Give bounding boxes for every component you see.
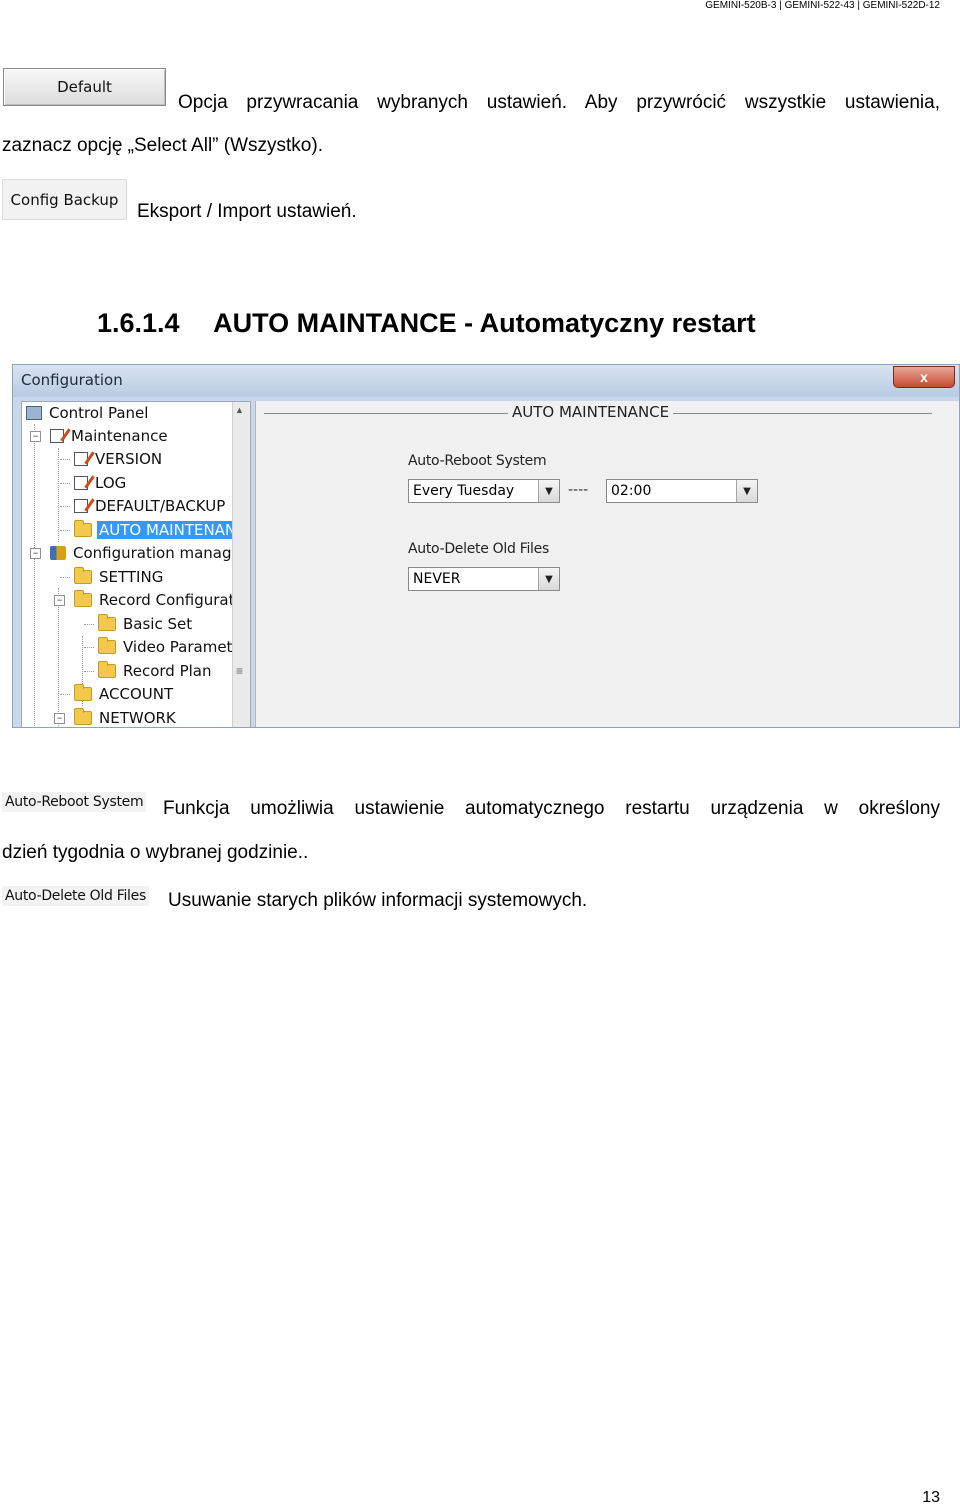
- auto-delete-note: Usuwanie starych plików informacji syste…: [168, 890, 588, 911]
- tree-item-control-panel[interactable]: Control Panel: [26, 402, 150, 424]
- tree-item-network[interactable]: NETWORK: [74, 707, 178, 727]
- folder-icon: [74, 708, 92, 725]
- reboot-day-select[interactable]: Every Tuesday ▼: [408, 479, 560, 503]
- reboot-time-value: 02:00: [611, 483, 652, 499]
- collapse-icon[interactable]: −: [30, 548, 41, 559]
- tree-item-record-configuration[interactable]: Record Configurat: [74, 589, 236, 611]
- tree-item-account[interactable]: ACCOUNT: [74, 683, 175, 705]
- folder-icon: [74, 590, 92, 607]
- section-heading: AUTO MAINTANCE - Automatyczny restart: [213, 308, 756, 338]
- tree-item-video-parameter[interactable]: Video Paramete: [98, 636, 244, 658]
- default-description-line1: Opcja przywracania wybranych ustawień. A…: [178, 92, 940, 113]
- tools-icon: [50, 546, 66, 560]
- edit-document-icon: [50, 429, 64, 443]
- scroll-up-icon[interactable]: ▲: [235, 405, 244, 415]
- window-title: Configuration: [21, 371, 123, 389]
- section-number: 1.6.1.4: [97, 308, 180, 338]
- default-description-line2: zaznacz opcję „Select All” (Wszystko).: [2, 135, 323, 156]
- tree-item-setting[interactable]: SETTING: [74, 566, 165, 588]
- close-icon: x: [920, 369, 928, 385]
- reboot-day-value: Every Tuesday: [413, 483, 515, 499]
- config-backup-description: Eksport / Import ustawień.: [137, 201, 357, 222]
- scroll-grip-icon[interactable]: ≡: [236, 664, 243, 678]
- default-button[interactable]: Default: [3, 68, 166, 106]
- tree-item-version[interactable]: VERSION: [74, 448, 164, 470]
- edit-document-icon: [74, 452, 88, 466]
- folder-icon: [98, 614, 116, 631]
- folder-icon: [74, 684, 92, 701]
- chevron-down-icon[interactable]: ▼: [538, 568, 559, 590]
- tree-item-configuration-manage[interactable]: Configuration manage: [50, 542, 243, 564]
- auto-delete-select[interactable]: NEVER ▼: [408, 567, 560, 591]
- folder-icon: [74, 567, 92, 584]
- tree-item-basic-set[interactable]: Basic Set: [98, 613, 194, 635]
- edit-document-icon: [74, 476, 88, 490]
- auto-reboot-image-label: Auto-Reboot System: [2, 792, 147, 812]
- edit-document-icon: [74, 499, 88, 513]
- auto-reboot-note-line2: dzień tygodnia o wybranej godzinie..: [2, 842, 309, 863]
- tree-scrollbar[interactable]: ▲ ≡: [232, 402, 250, 727]
- navigation-tree: Control Panel − Maintenance VERSION LOG …: [21, 401, 251, 727]
- collapse-icon[interactable]: −: [30, 431, 41, 442]
- auto-reboot-note-line1: Funkcja umożliwia ustawienie automatyczn…: [163, 798, 940, 819]
- reboot-time-select[interactable]: 02:00 ▼: [606, 479, 758, 503]
- auto-delete-value: NEVER: [413, 571, 461, 587]
- tree-item-default-backup[interactable]: DEFAULT/BACKUP: [74, 495, 227, 517]
- configuration-window: Configuration x Control Panel − Maintena…: [12, 364, 960, 728]
- auto-delete-image-label: Auto-Delete Old Files: [2, 886, 149, 906]
- group-title: AUTO MAINTENANCE: [508, 403, 674, 421]
- tree-item-record-plan[interactable]: Record Plan: [98, 660, 214, 682]
- tree-item-maintenance[interactable]: Maintenance: [50, 425, 170, 447]
- tree-item-auto-maintenance[interactable]: AUTO MAINTENANCE: [74, 519, 250, 541]
- auto-reboot-label: Auto-Reboot System: [408, 453, 547, 469]
- folder-icon: [98, 661, 116, 678]
- time-separator: ----: [568, 482, 589, 498]
- computer-icon: [26, 406, 42, 420]
- auto-delete-label: Auto-Delete Old Files: [408, 541, 549, 557]
- settings-panel: AUTO MAINTENANCE Auto-Reboot System Ever…: [255, 401, 959, 727]
- section-title: 1.6.1.4 AUTO MAINTANCE - Automatyczny re…: [97, 308, 756, 339]
- folder-open-icon: [74, 520, 92, 537]
- close-button[interactable]: x: [893, 366, 955, 388]
- folder-icon: [98, 637, 116, 654]
- header-models: GEMINI-520B-3 | GEMINI-522-43 | GEMINI-5…: [705, 0, 940, 11]
- collapse-icon[interactable]: −: [54, 595, 65, 606]
- chevron-down-icon[interactable]: ▼: [538, 480, 559, 502]
- page-number: 13: [922, 1489, 940, 1506]
- collapse-icon[interactable]: −: [54, 713, 65, 724]
- window-titlebar: Configuration x: [13, 365, 959, 397]
- tree-item-log[interactable]: LOG: [74, 472, 128, 494]
- chevron-down-icon[interactable]: ▼: [736, 480, 757, 502]
- config-backup-button[interactable]: Config Backup: [2, 179, 127, 220]
